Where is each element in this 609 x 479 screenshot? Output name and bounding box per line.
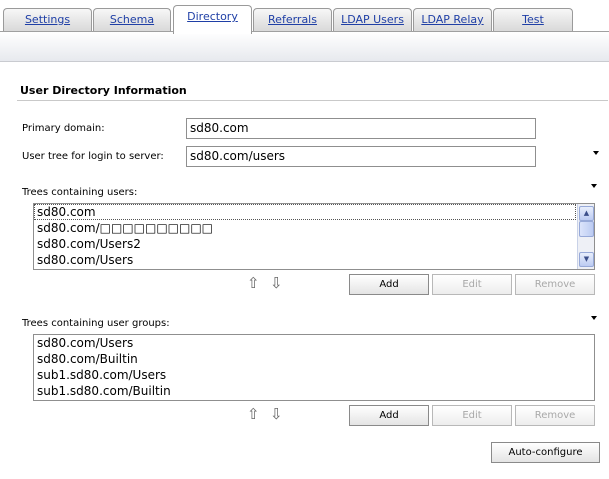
tab-schema[interactable]: Schema (93, 8, 171, 31)
user-tree-input[interactable]: sd80.com/users (186, 146, 536, 167)
user-trees-label: Trees containing users: (22, 187, 138, 198)
list-item[interactable]: sd80.com/Users2 (34, 236, 594, 252)
move-down-icon[interactable]: ⇩ (270, 407, 283, 422)
tab-bar: Settings Schema Directory Referrals LDAP… (0, 0, 609, 34)
list-item[interactable]: sd80.com (34, 204, 576, 220)
tab-test[interactable]: Test (493, 8, 573, 31)
add-user-tree-button[interactable]: Add (349, 274, 429, 295)
edit-user-tree-button[interactable]: Edit (432, 274, 512, 295)
add-group-tree-button[interactable]: Add (349, 405, 429, 426)
user-tree-label: User tree for login to server: (22, 151, 164, 162)
list-item[interactable]: sub1.sd80.com/Builtin (34, 383, 594, 399)
list-item[interactable]: sd80.com/Builtin (34, 351, 594, 367)
tab-referrals[interactable]: Referrals (253, 8, 332, 31)
info-marker-icon (591, 184, 597, 188)
primary-domain-input[interactable]: sd80.com (186, 118, 536, 139)
list-item[interactable]: sd80.com/□□□□□□□□□□ (34, 220, 594, 236)
tab-settings[interactable]: Settings (3, 8, 92, 31)
remove-group-tree-button[interactable]: Remove (515, 405, 595, 426)
scroll-thumb[interactable] (579, 221, 594, 237)
section-title: User Directory Information (20, 84, 187, 97)
move-up-icon[interactable]: ⇧ (247, 276, 260, 291)
tab-ldap-relay[interactable]: LDAP Relay (413, 8, 492, 31)
group-trees-list[interactable]: sd80.com/Users sd80.com/Builtin sub1.sd8… (33, 334, 595, 401)
tab-ldap-users[interactable]: LDAP Users (333, 8, 412, 31)
auto-configure-button[interactable]: Auto-configure (491, 442, 600, 463)
list-item[interactable]: sd80.com/Users (34, 252, 594, 268)
list-item[interactable]: sub1.sd80.com/Users (34, 367, 594, 383)
user-trees-scrollbar[interactable]: ▲ ▼ (577, 204, 594, 269)
group-trees-label: Trees containing user groups: (22, 318, 170, 329)
scroll-down-icon[interactable]: ▼ (579, 252, 594, 267)
info-marker-icon (593, 151, 599, 155)
edit-group-tree-button[interactable]: Edit (432, 405, 512, 426)
info-marker-icon (591, 316, 597, 320)
scroll-up-icon[interactable]: ▲ (579, 206, 594, 221)
move-down-icon[interactable]: ⇩ (270, 276, 283, 291)
tab-directory[interactable]: Directory (173, 5, 252, 34)
sub-toolbar (0, 32, 609, 62)
primary-domain-label: Primary domain: (22, 123, 105, 134)
list-item[interactable]: sd80.com/Users (34, 335, 594, 351)
move-up-icon[interactable]: ⇧ (247, 407, 260, 422)
user-trees-list[interactable]: sd80.com sd80.com/□□□□□□□□□□ sd80.com/Us… (33, 203, 595, 270)
remove-user-tree-button[interactable]: Remove (515, 274, 595, 295)
section-divider (17, 100, 608, 101)
